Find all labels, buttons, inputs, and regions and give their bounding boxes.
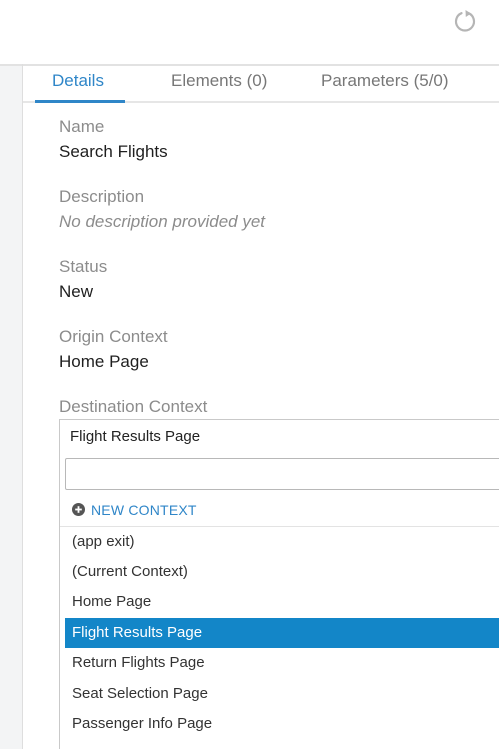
tab-details[interactable]: Details bbox=[52, 71, 104, 91]
tab-elements[interactable]: Elements (0) bbox=[171, 71, 267, 91]
dropdown-option-label: Passenger Info Page bbox=[72, 715, 213, 732]
active-tab-indicator bbox=[35, 100, 125, 103]
dropdown-option-label: (app exit) bbox=[72, 533, 135, 550]
origin-context-label: Origin Context bbox=[59, 327, 168, 346]
description-value: No description provided yet bbox=[59, 212, 266, 231]
description-label: Description bbox=[59, 187, 145, 206]
dropdown-option[interactable]: Passenger Info Page bbox=[65, 709, 499, 739]
refresh-icon[interactable] bbox=[452, 9, 478, 35]
dropdown-option[interactable]: (Current Context) bbox=[65, 557, 499, 587]
status-value: New bbox=[59, 282, 94, 301]
tab-parameters[interactable]: Parameters (5/0) bbox=[321, 71, 449, 91]
name-value: Search Flights bbox=[59, 142, 168, 161]
dropdown-option-label: Home Page bbox=[72, 593, 152, 610]
dropdown-option[interactable]: Home Page bbox=[65, 587, 499, 617]
dropdown-search-input[interactable] bbox=[65, 458, 499, 490]
new-context-label: NEW CONTEXT bbox=[91, 502, 197, 518]
plus-circle-icon bbox=[72, 503, 85, 516]
dropdown-option-highlighted[interactable]: Flight Results Page bbox=[65, 618, 499, 648]
top-bar bbox=[0, 0, 499, 64]
origin-context-value: Home Page bbox=[59, 352, 149, 371]
status-label: Status bbox=[59, 257, 108, 276]
name-label: Name bbox=[59, 117, 105, 136]
dropdown-option-label: Flight Results Page bbox=[72, 624, 203, 641]
dropdown-option[interactable]: Return Flights Page bbox=[65, 648, 499, 678]
dropdown-option-label: Seat Selection Page bbox=[72, 685, 208, 702]
dropdown-option[interactable]: (app exit) bbox=[65, 527, 499, 557]
panel-border bbox=[22, 64, 23, 749]
destination-context-label: Destination Context bbox=[59, 397, 208, 416]
dropdown-option[interactable]: Seat Selection Page bbox=[65, 679, 499, 709]
dropdown-option-label: Return Flights Page bbox=[72, 654, 205, 671]
left-gutter bbox=[0, 64, 23, 749]
destination-context-select[interactable]: Flight Results Page bbox=[59, 419, 499, 453]
tab-bar: Details Elements (0) Parameters (5/0) bbox=[23, 66, 499, 102]
dropdown-option-label: (Current Context) bbox=[72, 563, 188, 580]
destination-context-selected: Flight Results Page bbox=[70, 428, 201, 445]
